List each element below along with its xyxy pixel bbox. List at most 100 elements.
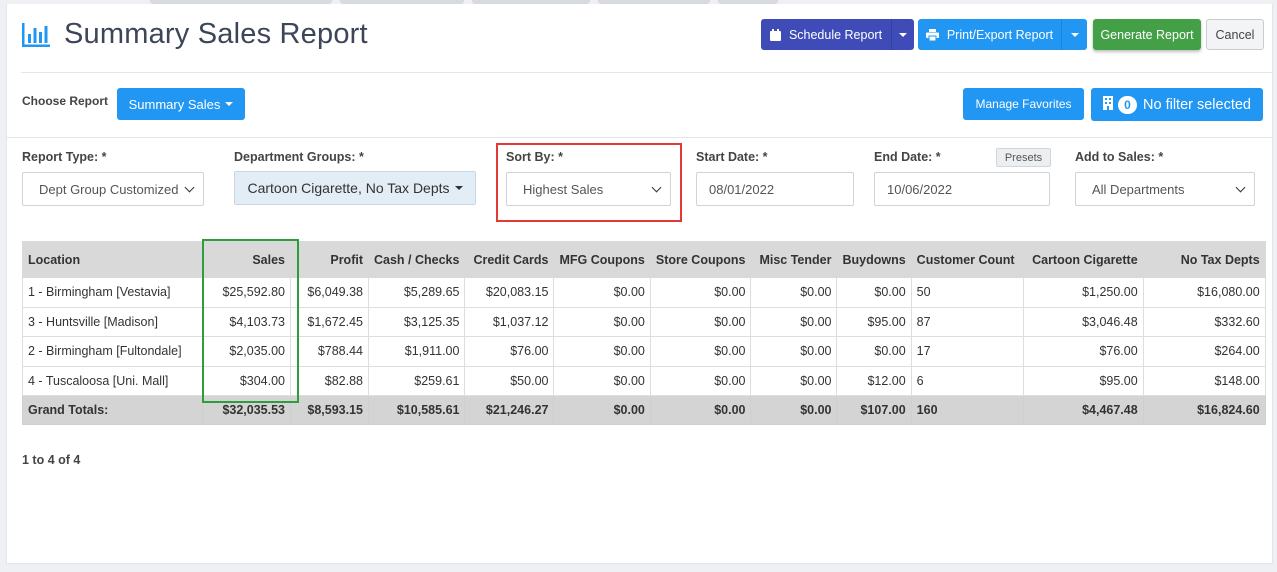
table-cell: $10,585.61: [367, 395, 466, 425]
table-cell: $0.00: [649, 306, 752, 337]
table-cell: $259.61: [367, 365, 466, 396]
table-cell: $16,824.60: [1142, 395, 1266, 425]
table-cell: $20,083.15: [464, 277, 555, 308]
table-cell: $1,672.45: [290, 306, 369, 337]
print-export-dropdown-toggle[interactable]: [1061, 19, 1087, 50]
print-export-label: Print/Export Report: [946, 27, 1054, 42]
table-cell: $0.00: [836, 277, 912, 308]
chevron-down-icon: [1235, 182, 1246, 192]
column-header[interactable]: No Tax Depts: [1142, 241, 1266, 278]
table-cell: $0.00: [836, 336, 912, 367]
table-cell: $1,037.12: [464, 306, 555, 337]
summary-sales-table: Location Sales Profit Cash / Checks Cred…: [22, 241, 1266, 425]
table-cell: $788.44: [290, 336, 369, 367]
table-cell: Grand Totals:: [22, 395, 203, 425]
sort-by-value: Highest Sales: [523, 181, 604, 197]
department-groups-value: Cartoon Cigarette, No Tax Depts: [247, 180, 450, 196]
column-header[interactable]: Store Coupons: [649, 241, 752, 278]
column-header[interactable]: Cash / Checks: [367, 241, 466, 278]
column-header[interactable]: Location: [22, 241, 203, 278]
table-cell: $0.00: [750, 306, 838, 337]
column-header[interactable]: Customer Count: [910, 241, 1024, 278]
column-header[interactable]: MFG Coupons: [553, 241, 651, 278]
column-header[interactable]: Cartoon Cigarette: [1022, 241, 1144, 278]
table-cell: $21,246.27: [464, 395, 555, 425]
table-cell: $32,035.53: [202, 395, 291, 425]
schedule-report-dropdown-toggle[interactable]: [891, 19, 914, 50]
caret-down-icon: [1070, 32, 1079, 37]
print-export-button[interactable]: Print/Export Report: [918, 19, 1061, 50]
table-cell: $5,289.65: [367, 277, 466, 308]
filter-status-text: No filter selected: [1143, 96, 1251, 113]
column-header[interactable]: Sales: [202, 241, 291, 278]
table-cell: $1,250.00: [1022, 277, 1144, 308]
calendar-icon: [769, 28, 781, 41]
table-cell: 6: [910, 365, 1024, 396]
table-cell: $0.00: [750, 277, 838, 308]
report-type-select[interactable]: Dept Group Customized: [22, 172, 204, 206]
table-cell: $76.00: [1022, 336, 1144, 367]
schedule-report-button[interactable]: Schedule Report: [761, 19, 891, 50]
table-cell: 4 - Tuscaloosa [Uni. Mall]: [22, 365, 203, 396]
table-cell: $0.00: [750, 395, 838, 425]
add-to-sales-select[interactable]: All Departments: [1075, 172, 1255, 206]
table-cell: 1 - Birmingham [Vestavia]: [22, 277, 203, 308]
table-row: 2 - Birmingham [Fultondale] $2,035.00 $7…: [22, 336, 1266, 367]
end-date-input[interactable]: 10/06/2022: [874, 172, 1050, 206]
table-cell: $76.00: [464, 336, 555, 367]
start-date-input[interactable]: 08/01/2022: [696, 172, 854, 206]
department-groups-label: Department Groups: *: [234, 150, 364, 164]
table-cell: $95.00: [836, 306, 912, 337]
table-cell: $107.00: [836, 395, 912, 425]
printer-icon: [925, 28, 939, 41]
building-icon: [1103, 95, 1113, 114]
add-to-sales-value: All Departments: [1092, 181, 1185, 197]
table-cell: $6,049.38: [290, 277, 369, 308]
table-cell: $3,046.48: [1022, 306, 1144, 337]
table-cell: $50.00: [464, 365, 555, 396]
filter-button[interactable]: 0 No filter selected: [1091, 88, 1263, 121]
table-cell: 160: [910, 395, 1024, 425]
choose-report-dropdown[interactable]: Summary Sales: [117, 88, 245, 120]
table-cell: 17: [910, 336, 1024, 367]
column-header[interactable]: Buydowns: [836, 241, 912, 278]
grand-totals-row: Grand Totals: $32,035.53 $8,593.15 $10,5…: [22, 395, 1266, 425]
table-cell: $4,467.48: [1022, 395, 1144, 425]
department-groups-dropdown[interactable]: Cartoon Cigarette, No Tax Depts: [234, 171, 476, 205]
caret-down-icon: [454, 186, 463, 190]
caret-down-icon: [899, 32, 907, 37]
chevron-down-icon: [651, 182, 662, 192]
table-cell: $12.00: [836, 365, 912, 396]
table-cell: $0.00: [750, 336, 838, 367]
manage-favorites-button[interactable]: Manage Favorites: [963, 88, 1084, 120]
table-cell: $1,911.00: [367, 336, 466, 367]
cancel-button[interactable]: Cancel: [1206, 19, 1264, 50]
table-cell: $332.60: [1142, 306, 1266, 337]
table-cell: $0.00: [649, 365, 752, 396]
table-cell: $148.00: [1142, 365, 1266, 396]
table-cell: $2,035.00: [202, 336, 291, 367]
table-cell: $0.00: [649, 395, 752, 425]
column-header[interactable]: Credit Cards: [464, 241, 555, 278]
add-to-sales-label: Add to Sales: *: [1075, 150, 1164, 164]
table-cell: $3,125.35: [367, 306, 466, 337]
table-cell: $8,593.15: [290, 395, 369, 425]
column-header[interactable]: Profit: [290, 241, 369, 278]
presets-button[interactable]: Presets: [996, 148, 1051, 167]
column-header[interactable]: Misc Tender: [750, 241, 838, 278]
table-cell: $0.00: [649, 277, 752, 308]
sort-by-select[interactable]: Highest Sales: [506, 172, 671, 206]
sort-by-label: Sort By: *: [506, 150, 563, 164]
page-header: Summary Sales Report: [21, 18, 368, 51]
table-cell: $0.00: [750, 365, 838, 396]
filter-count-badge: 0: [1118, 95, 1137, 114]
table-cell: 87: [910, 306, 1024, 337]
generate-report-button[interactable]: Generate Report: [1093, 19, 1201, 50]
table-cell: $95.00: [1022, 365, 1144, 396]
table-cell: $0.00: [553, 395, 651, 425]
section-divider: [7, 137, 1272, 138]
table-cell: 2 - Birmingham [Fultondale]: [22, 336, 203, 367]
report-panel: Summary Sales Report Schedule Report Pri…: [6, 4, 1273, 564]
table-row: 4 - Tuscaloosa [Uni. Mall] $304.00 $82.8…: [22, 365, 1266, 396]
table-row: 1 - Birmingham [Vestavia] $25,592.80 $6,…: [22, 277, 1266, 308]
